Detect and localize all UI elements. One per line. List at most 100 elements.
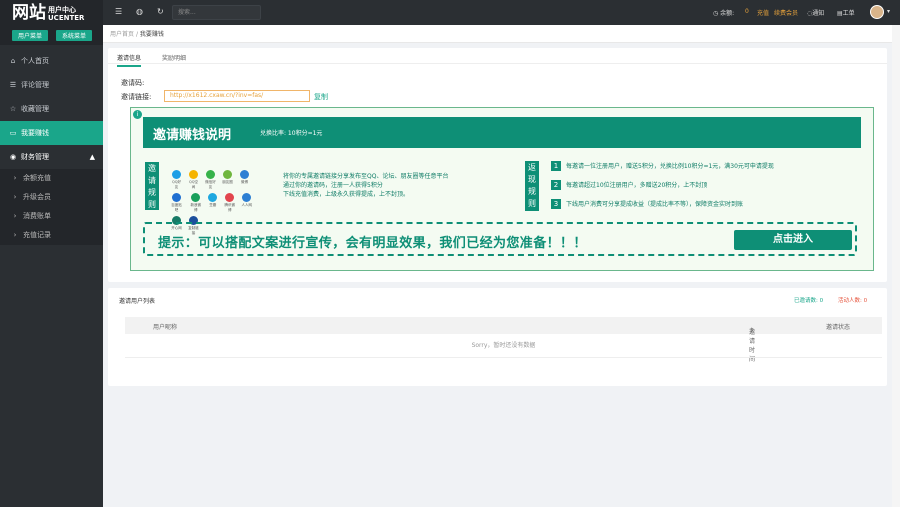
invite-banner: i 邀请赚钱说明 兑换比率: 10积分=1元 邀请规则 QQ好友 QQ空间 微信好友… [130, 107, 874, 271]
subnav-upgrade[interactable]: › 升级会员 [0, 188, 103, 207]
banner-title: 邀请赚钱说明 [153, 128, 232, 143]
share-label: 豆瓣 [209, 203, 217, 207]
sort-icon: ⇕ [749, 327, 755, 334]
subnav-records[interactable]: › 充值记录 [0, 226, 103, 245]
rule-text: 每邀请一位注册用户，赠送5积分，兑换比例10积分=1元，满30元可申请提现 [566, 163, 774, 170]
banner-ratio: 兑换比率: 10积分=1元 [260, 130, 323, 137]
empty-message: Sorry，暂时还没有数据 [125, 334, 882, 358]
invite-code-label: 邀请码: [121, 79, 145, 87]
douban-icon[interactable]: 豆瓣 [207, 193, 218, 208]
breadcrumb: 用户首页 / 我要赚钱 [103, 25, 900, 43]
vip-link[interactable]: 续费会员 [774, 8, 798, 17]
sidebar-item-label: 收藏管理 [21, 105, 49, 113]
invite-card: 邀请信息 奖励明细 邀请码: 邀请链接: http://x1612.cxaw.c… [108, 48, 887, 282]
rule-number: 1 [551, 161, 561, 171]
home-icon: ⌂ [10, 57, 16, 65]
list-icon: ☰ [9, 81, 17, 89]
cashback-rules-badge: 返现规则 [525, 161, 539, 211]
ticket-link[interactable]: ▤工单 [837, 8, 855, 17]
chevron-right-icon: › [13, 212, 17, 220]
share-label: 新浪微博 [190, 203, 201, 212]
subnav-label: 消费账单 [23, 212, 51, 220]
star-icon: ☆ [9, 105, 17, 113]
menu-toggle-icon[interactable]: ☰ [115, 7, 122, 16]
invite-link-field[interactable]: http://x1612.cxaw.cn/?inv=fas/ [164, 90, 310, 102]
share-label: 朋友圈 [222, 180, 233, 184]
desc-line: 将你的专属邀请链接分享发布至QQ、论坛、朋友圈等任意平台 [283, 173, 449, 180]
refresh-icon[interactable]: ↻ [157, 7, 164, 16]
invite-rules-badge: 邀请规则 [145, 162, 159, 210]
rule-number: 3 [551, 199, 561, 209]
avatar[interactable] [870, 5, 884, 19]
tieba-icon[interactable]: 百度贴吧 [171, 193, 182, 213]
weibo-icon[interactable]: 微博 [239, 170, 250, 185]
search-input[interactable]: 搜索... [172, 5, 261, 20]
sidebar-item-label: 个人首页 [21, 57, 49, 65]
share-label: 微博 [241, 180, 248, 184]
recharge-link[interactable]: 充值 [757, 8, 769, 17]
system-menu-button[interactable]: 系统菜单 [56, 30, 93, 41]
sidebar-item-finance[interactable]: ◉ 财务管理 ▲ [0, 145, 103, 169]
enter-button[interactable]: 点击进入 [734, 230, 852, 250]
wechat-icon[interactable]: 微信好友 [205, 170, 216, 190]
chevron-up-icon: ▲ [89, 153, 95, 161]
table-header: 用户昵称 邀请时间 ⇕ 邀请状态 [125, 317, 882, 363]
balance-label: ◷ 余额: [713, 10, 735, 17]
rule-item: 1 每邀请一位注册用户，赠送5积分，兑换比例10积分=1元，满30元可申请提现 [551, 161, 774, 172]
card-icon: ▭ [9, 129, 17, 137]
sidebar-item-favorites[interactable]: ☆ 收藏管理 [0, 97, 103, 121]
share-label: QQ好友 [171, 180, 181, 189]
sina-weibo-icon[interactable]: 新浪微博 [190, 193, 201, 213]
sidebar-item-label: 财务管理 [21, 153, 49, 161]
sidebar-item-comments[interactable]: ☰ 评论管理 [0, 73, 103, 97]
col-nickname: 用户昵称 [153, 324, 178, 331]
sidebar-item-label: 我要赚钱 [21, 129, 49, 137]
invited-count: 已邀请数: 0 [794, 298, 824, 304]
renren-icon[interactable]: 人人网 [241, 193, 252, 208]
scrollbar[interactable] [892, 25, 900, 507]
logo-text: 网站 [12, 3, 46, 23]
tencent-weibo-icon[interactable]: 腾讯微博 [224, 193, 235, 213]
balance-value: 0 [745, 8, 749, 15]
balance-label-text: 余额: [720, 10, 735, 17]
ticket-label: 工单 [842, 10, 855, 17]
breadcrumb-current: 我要赚钱 [139, 31, 164, 38]
share-label: QQ空间 [188, 180, 198, 189]
qq-friend-icon[interactable]: QQ好友 [171, 170, 182, 190]
sidebar-nav: ⌂ 个人首页 ☰ 评论管理 ☆ 收藏管理 ▭ 我要赚钱 ◉ 财务管理 ▲ › 余额充值 › 升级… [0, 49, 103, 245]
active-count: 活动人数: 0 [838, 298, 868, 304]
tab-reward-detail[interactable]: 奖励明细 [162, 53, 186, 62]
finance-submenu: › 余额充值 › 升级会员 › 消费账单 › 充值记录 [0, 169, 103, 245]
finance-icon: ◉ [9, 153, 17, 161]
invite-description: 将你的专属邀请链接分享发布至QQ、论坛、朋友圈等任意平台 通过你的邀请码，注册一… [283, 172, 493, 199]
logo-subtext: 用户中心 UCENTER [48, 6, 84, 22]
qzone-icon[interactable]: QQ空间 [188, 170, 199, 190]
rule-item: 2 每邀请超过10位注册用户，多赠送20积分，上不封顶 [551, 180, 707, 191]
sidebar: 网站 用户中心 UCENTER 用户菜单 系统菜单 ⌂ 个人首页 ☰ 评论管理 ☆ 收藏管理… [0, 0, 103, 507]
caret-down-icon[interactable]: ▾ [887, 8, 890, 15]
breadcrumb-home[interactable]: 用户首页 [110, 31, 134, 38]
logo-sub2: UCENTER [48, 14, 85, 22]
notice-link[interactable]: ◌通知 [807, 8, 824, 17]
sync-icon[interactable]: ◍ [136, 7, 143, 16]
tab-invite-info[interactable]: 邀请信息 [117, 53, 142, 67]
topbar: ☰ ◍ ↻ 搜索... ◷ 余额: 0 充值 续费会员 ◌通知 ▤工单 ▾ [103, 0, 900, 25]
sidebar-item-label: 评论管理 [21, 81, 49, 89]
breadcrumb-sep: / [135, 31, 138, 38]
subnav-label: 余额充值 [23, 174, 51, 182]
desc-line: 下线充值消费，上级永久获得提成，上不封顶。 [283, 191, 410, 198]
sidebar-item-home[interactable]: ⌂ 个人首页 [0, 49, 103, 73]
copy-button[interactable]: 复制 [314, 92, 328, 102]
share-label: 微信好友 [205, 180, 216, 189]
info-icon: i [133, 110, 142, 119]
promo-tip: 提示：可以搭配文案进行宣传，会有明显效果，我们已经为您准备！！！ 点击进入 [143, 222, 857, 256]
logo-sub1: 用户中心 [48, 6, 76, 14]
moments-icon[interactable]: 朋友圈 [222, 170, 233, 185]
subnav-bills[interactable]: › 消费账单 [0, 207, 103, 226]
desc-line: 通过你的邀请码，注册一人获得5积分 [283, 182, 383, 189]
tab-bar: 邀请信息 奖励明细 [108, 48, 887, 67]
rule-text: 下线用户消费可分享提成收益（提成比率不等），保障资金实时到账 [566, 201, 744, 208]
user-menu-button[interactable]: 用户菜单 [12, 30, 49, 41]
sidebar-item-earn[interactable]: ▭ 我要赚钱 [0, 121, 103, 145]
subnav-recharge[interactable]: › 余额充值 [0, 169, 103, 188]
